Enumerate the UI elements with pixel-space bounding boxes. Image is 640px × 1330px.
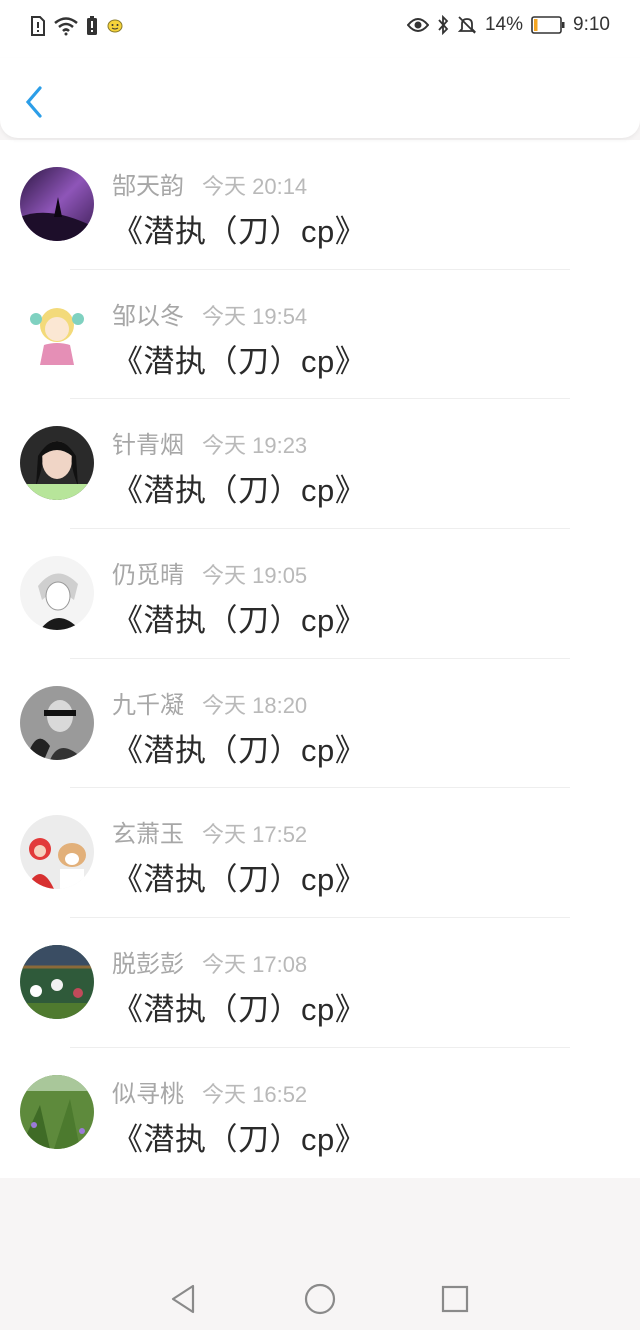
sender-name: 玄萧玉 (112, 821, 184, 849)
sender-name: 九千凝 (112, 691, 184, 719)
timestamp: 今天 20:14 (202, 174, 308, 199)
message-text: 《潜执（刀）cp》 (112, 603, 367, 639)
timestamp: 今天 18:20 (202, 692, 308, 718)
avatar (20, 815, 94, 890)
status-bar: 14% 9:10 (0, 0, 640, 58)
message-text: 《潜执（刀）cp》 (112, 473, 367, 509)
sender-name: 似寻桃 (112, 1080, 184, 1108)
avatar (20, 685, 94, 760)
header-bar (0, 58, 640, 138)
status-left-icons (30, 16, 124, 36)
sender-name: 郜天韵 (112, 173, 184, 200)
timestamp: 今天 16:52 (202, 1081, 308, 1107)
list-item[interactable]: 针青烟 今天 19:23 《潜执（刀）cp》 (0, 399, 640, 530)
item-meta: 似寻桃 今天 16:52 (112, 1074, 307, 1109)
list-item[interactable]: 九千凝 今天 18:20 《潜执（刀）cp》 (0, 659, 640, 789)
clock: 9:10 (573, 14, 610, 35)
nav-home-button[interactable] (303, 1282, 337, 1316)
chevron-left-icon (25, 86, 42, 118)
avatar (20, 556, 94, 631)
home-circle-icon (304, 1283, 336, 1315)
app-notification-icon (107, 19, 123, 33)
list-item[interactable]: 脱彭彭 今天 17:08 《潜执（刀）cp》 (0, 918, 640, 1048)
battery-alert-icon (87, 16, 97, 35)
message-text: 《潜执（刀）cp》 (112, 214, 367, 249)
item-meta: 邹以冬 今天 19:54 (112, 296, 307, 331)
item-meta: 九千凝 今天 18:20 (112, 685, 307, 720)
list-item[interactable]: 邹以冬 今天 19:54 《潜执（刀）cp》 (0, 270, 640, 400)
list-item[interactable]: 似寻桃 今天 16:52 《潜执（刀）cp》 (0, 1048, 640, 1178)
nav-recents-button[interactable] (438, 1282, 472, 1316)
avatar (20, 1074, 94, 1149)
sender-name: 邹以冬 (112, 302, 184, 330)
avatar (20, 167, 94, 241)
recents-square-icon (441, 1285, 469, 1313)
wifi-icon (54, 17, 78, 36)
timestamp: 今天 17:08 (202, 952, 308, 978)
message-list: 郜天韵 今天 20:14 《潜执（刀）cp》 邹以冬 今天 19:54 《潜执（… (0, 140, 640, 1178)
sender-name: 针青烟 (112, 432, 184, 460)
message-text: 《潜执（刀）cp》 (112, 862, 367, 898)
sender-name: 脱彭彭 (112, 951, 184, 979)
sender-name: 仍觅晴 (112, 562, 184, 590)
eye-icon (406, 18, 429, 32)
bluetooth-icon (438, 15, 449, 35)
timestamp: 今天 19:05 (202, 563, 308, 589)
sim-alert-icon (31, 16, 45, 36)
item-meta: 仍觅晴 今天 19:05 (112, 555, 307, 590)
nav-back-button[interactable] (167, 1282, 201, 1316)
avatar (20, 945, 94, 1020)
avatar (20, 296, 94, 371)
avatar (20, 426, 94, 501)
message-text: 《潜执（刀）cp》 (112, 343, 367, 379)
timestamp: 今天 19:54 (202, 303, 308, 329)
item-meta: 针青烟 今天 19:23 (112, 425, 307, 460)
system-nav-bar (0, 1266, 640, 1330)
message-text: 《潜执（刀）cp》 (112, 992, 367, 1028)
list-item[interactable]: 仍觅晴 今天 19:05 《潜执（刀）cp》 (0, 529, 640, 659)
item-meta: 脱彭彭 今天 17:08 (112, 944, 307, 979)
timestamp: 今天 17:52 (202, 822, 308, 848)
timestamp: 今天 19:23 (202, 433, 308, 459)
status-right-icons: 14% 9:10 (406, 14, 610, 36)
message-text: 《潜执（刀）cp》 (112, 732, 367, 768)
back-triangle-icon (171, 1284, 195, 1314)
battery-percent: 14% (484, 14, 524, 35)
item-meta: 玄萧玉 今天 17:52 (112, 814, 307, 849)
mute-bell-icon (457, 16, 477, 34)
list-item[interactable]: 玄萧玉 今天 17:52 《潜执（刀）cp》 (0, 788, 640, 919)
message-text: 《潜执（刀）cp》 (112, 1121, 367, 1157)
item-meta: 郜天韵 今天 20:14 (112, 166, 307, 201)
list-item[interactable]: 郜天韵 今天 20:14 《潜执（刀）cp》 (0, 140, 640, 270)
back-button[interactable] (18, 82, 52, 122)
battery-icon (531, 16, 565, 34)
